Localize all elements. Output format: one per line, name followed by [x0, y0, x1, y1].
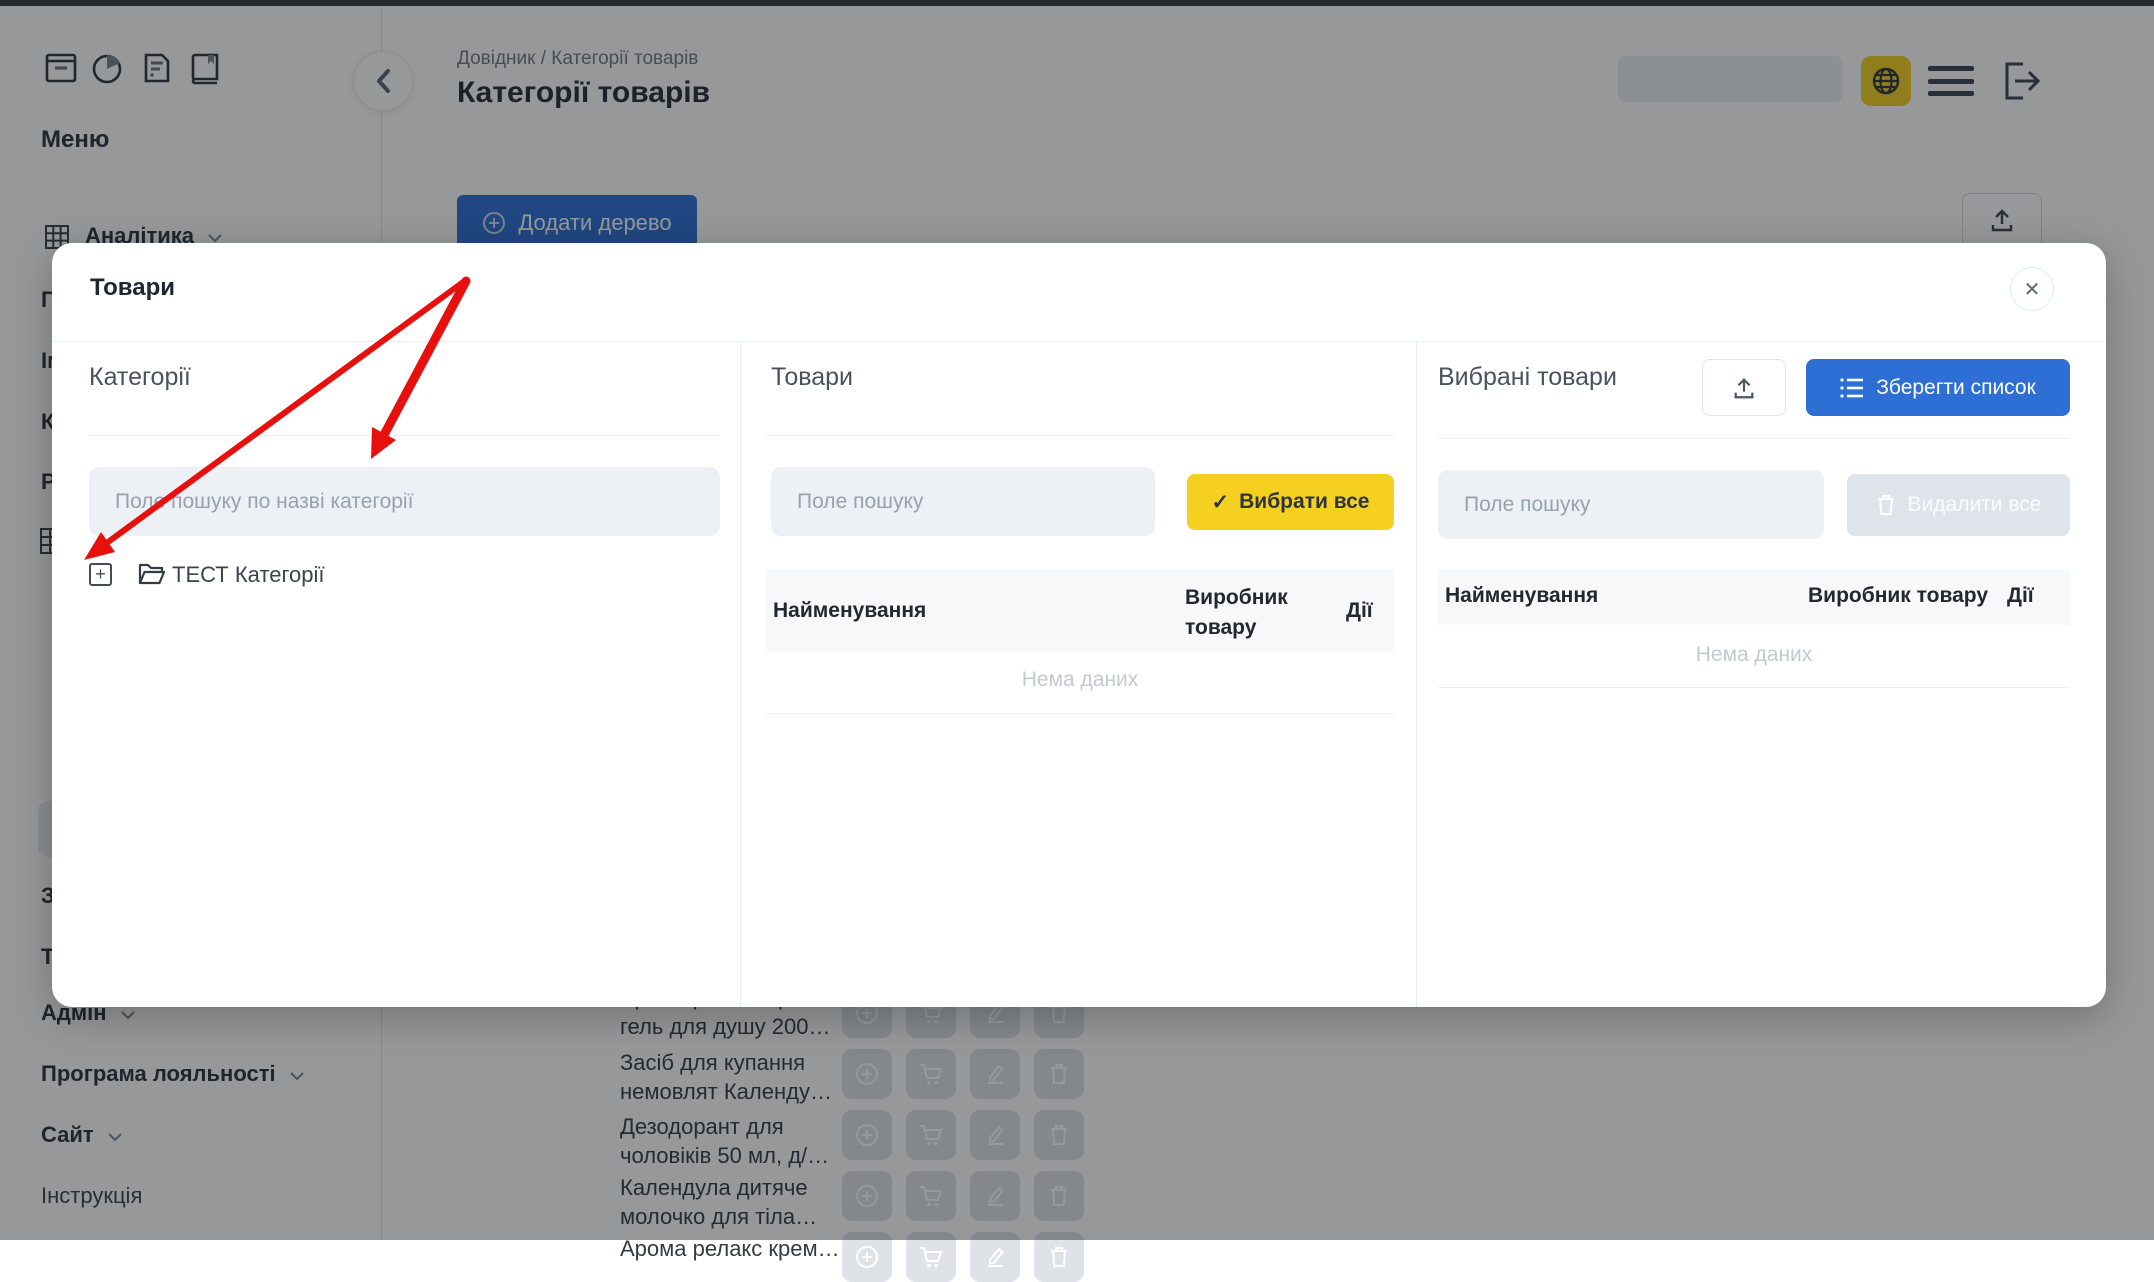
modal-title: Товари	[90, 274, 175, 302]
check-icon: ✓	[1212, 490, 1230, 515]
selected-search-input[interactable]	[1438, 470, 1824, 539]
tree-expand-button[interactable]: +	[89, 563, 112, 586]
list-icon	[1840, 377, 1864, 399]
categories-search-input[interactable]	[89, 467, 720, 536]
products-search-input[interactable]	[771, 467, 1155, 536]
column-header-name: Найменування	[773, 599, 926, 623]
divider	[1438, 438, 2070, 439]
column-divider	[1416, 341, 1417, 1007]
selected-heading: Вибрані товари	[1438, 363, 1617, 392]
delete-all-button[interactable]: Видалити все	[1847, 474, 2070, 536]
products-modal: Товари ✕ Категорії + ТЕСТ Категорії Това…	[52, 243, 2106, 1007]
column-header-name: Найменування	[1445, 584, 1598, 608]
divider	[89, 435, 720, 436]
column-header-producer: Виробник товару	[1808, 584, 1988, 608]
products-empty-state: Нема даних	[766, 668, 1394, 692]
trash-icon	[1876, 493, 1896, 517]
select-all-button[interactable]: ✓ Вибрати все	[1187, 474, 1394, 530]
column-header-producer: Виробник товару	[1185, 583, 1300, 643]
upload-icon	[1732, 376, 1756, 400]
products-heading: Товари	[771, 363, 853, 392]
modal-header-divider	[52, 341, 2106, 342]
selected-empty-state: Нема даних	[1438, 643, 2070, 667]
divider	[1438, 687, 2070, 688]
save-list-button[interactable]: Зберегти список	[1806, 359, 2070, 416]
divider	[766, 713, 1394, 714]
close-button[interactable]: ✕	[2010, 267, 2054, 311]
import-list-button[interactable]	[1702, 359, 1786, 416]
column-divider	[740, 341, 741, 1007]
column-header-actions: Дії	[1346, 599, 1373, 623]
categories-heading: Категорії	[89, 363, 191, 392]
close-icon: ✕	[2024, 277, 2041, 302]
divider	[766, 435, 1394, 436]
column-header-actions: Дії	[2007, 584, 2034, 608]
folder-open-icon	[138, 562, 165, 585]
tree-item-test-categories[interactable]: ТЕСТ Категорії	[172, 562, 324, 588]
